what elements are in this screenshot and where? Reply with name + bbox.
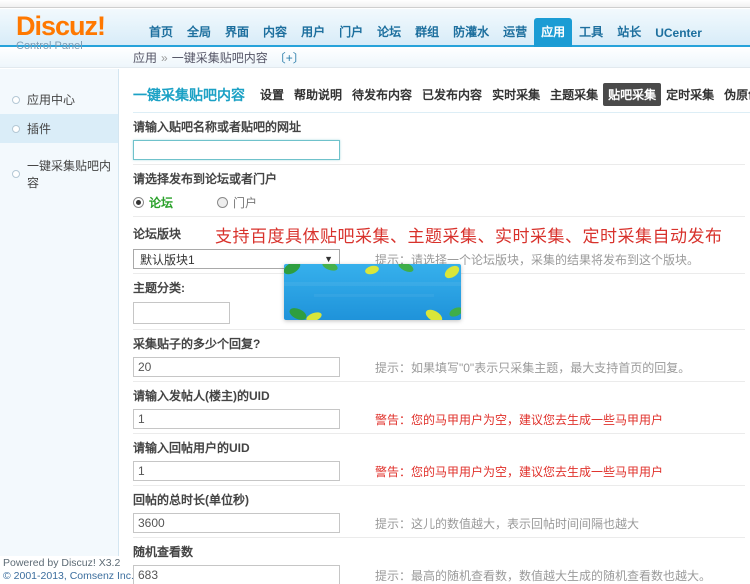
tab-published-content[interactable]: 已发布内容 — [417, 83, 487, 106]
poster-uid-input[interactable] — [133, 409, 340, 429]
radio-bullet-icon — [12, 125, 20, 133]
nav-item-interface[interactable]: 界面 — [218, 18, 256, 47]
sidebar-item-label: 插件 — [27, 120, 51, 137]
field-hint: 提示：如果填写"0"表示只采集主题，最大支持首页的回复。 — [375, 359, 690, 376]
field-label: 随机查看数 — [133, 546, 750, 559]
page-title: 一键采集贴吧内容 — [133, 85, 245, 105]
nav-item-operation[interactable]: 运营 — [496, 18, 534, 47]
browser-top-strip — [0, 0, 750, 8]
discuz-admin-window: 首页 全局 界面 内容 用户 门户 论坛 群组 防灌水 运营 应用 工具 站长 … — [0, 0, 750, 584]
discuz-logo: Discuz! Control Panel — [16, 13, 105, 52]
divider — [133, 537, 745, 538]
field-poster-uid: 请输入发帖人(楼主)的UID 警告：您的马甲用户为空，建议您去生成一些马甲用户 — [133, 390, 750, 434]
field-label: 请输入回帖用户的UID — [133, 442, 750, 455]
field-publish-target: 请选择发布到论坛或者门户 论坛 门户 — [133, 173, 750, 217]
reply-count-input[interactable] — [133, 357, 340, 377]
tab-pending-content[interactable]: 待发布内容 — [347, 83, 417, 106]
leaves-illustration — [284, 264, 461, 320]
sidebar-item-label: 应用中心 — [27, 91, 75, 108]
breadcrumb-bar: 应用 » 一键采集贴吧内容〔+〕 — [0, 49, 750, 68]
replier-uid-input[interactable] — [133, 461, 340, 481]
nav-item-ucenter[interactable]: UCenter — [648, 21, 709, 47]
random-views-input[interactable] — [133, 565, 340, 584]
sidebar-item-plugins[interactable]: 插件 — [0, 114, 118, 143]
nav-item-users[interactable]: 用户 — [294, 18, 332, 47]
sidebar: 应用中心 插件 一键采集贴吧内容 — [0, 69, 119, 556]
content-header: 一键采集贴吧内容 设置 帮助说明 待发布内容 已发布内容 实时采集 主题采集 贴… — [133, 69, 750, 113]
breadcrumb-page: 一键采集贴吧内容 — [172, 51, 268, 65]
main-content: 一键采集贴吧内容 设置 帮助说明 待发布内容 已发布内容 实时采集 主题采集 贴… — [120, 69, 750, 584]
field-replier-uid: 请输入回帖用户的UID 警告：您的马甲用户为空，建议您去生成一些马甲用户 — [133, 442, 750, 486]
warning-text: 警告：您的马甲用户为空，建议您去生成一些马甲用户 — [375, 411, 663, 428]
radio-bullet-icon — [12, 170, 20, 178]
field-random-views: 随机查看数 提示：最高的随机查看数，数值越大生成的随机查看数也越大。 — [133, 546, 750, 584]
divider — [133, 164, 745, 165]
breadcrumb-separator: » — [161, 51, 168, 65]
nav-item-content[interactable]: 内容 — [256, 18, 294, 47]
radio-unchecked-icon — [217, 197, 228, 208]
footer: Powered by Discuz! X3.2 © 2001-2013, Com… — [3, 557, 134, 583]
warning-text: 警告：您的马甲用户为空，建议您去生成一些马甲用户 — [375, 463, 663, 480]
nav-item-forum[interactable]: 论坛 — [370, 18, 408, 47]
tieba-url-input[interactable] — [133, 140, 340, 160]
reply-duration-input[interactable] — [133, 513, 340, 533]
field-label: 采集贴子的多少个回复? — [133, 338, 750, 351]
field-label: 论坛版块 — [133, 228, 181, 241]
radio-label: 论坛 — [149, 194, 173, 211]
chevron-down-icon: ▼ — [324, 254, 333, 264]
nav-item-antispam[interactable]: 防灌水 — [446, 18, 496, 47]
divider — [133, 485, 745, 486]
tab-scheduled-collect[interactable]: 定时采集 — [661, 83, 719, 106]
sidebar-item-app-center[interactable]: 应用中心 — [0, 85, 118, 114]
tab-topic-collect[interactable]: 主题采集 — [545, 83, 603, 106]
nav-item-tools[interactable]: 工具 — [572, 18, 610, 47]
field-hint: 提示：最高的随机查看数，数值越大生成的随机查看数也越大。 — [375, 567, 711, 584]
field-reply-count: 采集贴子的多少个回复? 提示：如果填写"0"表示只采集主题，最大支持首页的回复。 — [133, 338, 750, 382]
nav-item-app-active[interactable]: 应用 — [534, 18, 572, 47]
divider — [133, 216, 745, 217]
divider — [133, 433, 745, 434]
main-nav: 首页 全局 界面 内容 用户 门户 论坛 群组 防灌水 运营 应用 工具 站长 … — [142, 18, 709, 47]
tab-settings[interactable]: 设置 — [255, 83, 289, 106]
divider — [133, 329, 745, 330]
nav-item-group[interactable]: 群组 — [408, 18, 446, 47]
radio-label: 门户 — [233, 194, 257, 211]
footer-powered-by: Powered by Discuz! X3.2 — [3, 557, 134, 570]
tab-help[interactable]: 帮助说明 — [289, 83, 347, 106]
field-reply-duration: 回帖的总时长(单位秒) 提示：这儿的数值越大，表示回帖时间间隔也越大 — [133, 494, 750, 538]
field-label: 回帖的总时长(单位秒) — [133, 494, 750, 507]
plugin-tabs: 设置 帮助说明 待发布内容 已发布内容 实时采集 主题采集 贴吧采集 定时采集 … — [255, 83, 750, 106]
select-value: 默认版块1 — [140, 251, 195, 268]
breadcrumb: 应用 » 一键采集贴吧内容〔+〕 — [133, 49, 750, 67]
promo-banner-image[interactable] — [284, 264, 461, 320]
logo-text: Discuz! — [16, 13, 105, 39]
field-label: 请输入贴吧名称或者贴吧的网址 — [133, 121, 750, 134]
promo-red-text: 支持百度具体贴吧采集、主题采集、实时采集、定时采集自动发布 — [215, 222, 723, 247]
tab-tieba-collect-active[interactable]: 贴吧采集 — [603, 83, 661, 106]
divider — [133, 381, 745, 382]
field-hint: 提示：这儿的数值越大，表示回帖时间间隔也越大 — [375, 515, 639, 532]
nav-item-webmaster[interactable]: 站长 — [610, 18, 648, 47]
admin-header: 首页 全局 界面 内容 用户 门户 论坛 群组 防灌水 运营 应用 工具 站长 … — [0, 9, 750, 47]
tab-pseudo-original[interactable]: 伪原创 — [719, 83, 750, 106]
tab-realtime-collect[interactable]: 实时采集 — [487, 83, 545, 106]
nav-item-home[interactable]: 首页 — [142, 18, 180, 47]
nav-item-portal[interactable]: 门户 — [332, 18, 370, 47]
radio-forum[interactable]: 论坛 — [133, 194, 173, 211]
radio-checked-icon — [133, 197, 144, 208]
field-label: 请选择发布到论坛或者门户 — [133, 173, 750, 186]
footer-copyright: © 2001-2013, Comsenz Inc. — [3, 570, 134, 583]
radio-bullet-icon — [12, 96, 20, 104]
sidebar-item-tieba-collector[interactable]: 一键采集贴吧内容 — [0, 151, 118, 197]
radio-portal[interactable]: 门户 — [217, 194, 257, 211]
nav-item-global[interactable]: 全局 — [180, 18, 218, 47]
field-tieba-url: 请输入贴吧名称或者贴吧的网址 — [133, 121, 750, 165]
logo-subtitle: Control Panel — [16, 40, 105, 52]
field-label: 请输入发帖人(楼主)的UID — [133, 390, 750, 403]
topic-category-input[interactable] — [133, 302, 230, 324]
breadcrumb-section: 应用 — [133, 51, 157, 65]
breadcrumb-expand-button[interactable]: 〔+〕 — [274, 51, 305, 65]
sidebar-item-label: 一键采集贴吧内容 — [27, 157, 118, 191]
